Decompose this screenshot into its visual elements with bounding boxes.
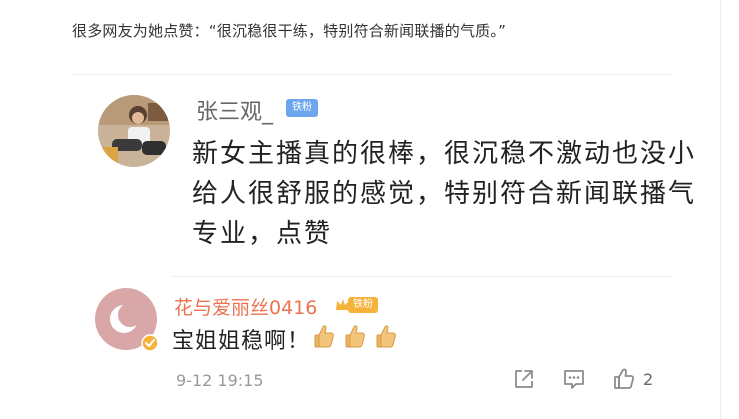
weibo-comment-screenshot: 很多网友为她点赞：“很沉稳很干练，特别符合新闻联播的气质。” 张三观_ 铁粉 新… [0,0,739,419]
avatar-huayuailisi[interactable] [95,288,159,352]
reply-username[interactable]: 花与爱丽丝0416 [174,293,317,320]
thumbs-up-emoji-icon [345,325,365,348]
reply-timestamp: 9-12 19:15 [176,371,264,390]
comment-text-line-3: 专业，点赞 [192,219,333,249]
like-icon[interactable] [612,367,636,391]
avatar-photo-icon [98,95,170,167]
reply-fan-badge: 铁粉 [334,296,380,314]
top-divider [72,74,672,75]
page-edge-divider [720,0,721,419]
fan-badge: 铁粉 [286,99,318,117]
comment-text-line-1: 新女主播真的很棒，很沉稳不激动也没小 [192,139,697,169]
comment-username[interactable]: 张三观_ [196,94,273,126]
comment-icon[interactable] [562,367,586,391]
share-icon[interactable] [512,367,536,391]
comment-text-line-2: 给人很舒服的感觉，特别符合新闻联播气 [192,179,697,209]
reply-badge-label: 铁粉 [348,297,378,313]
thumbs-up-emoji-icon [314,325,334,348]
reply-divider [172,276,672,277]
verified-badge-icon [141,334,159,352]
reply-text: 宝姐姐稳啊！ [172,329,311,354]
like-count: 2 [643,370,654,389]
intro-paragraph: 很多网友为她点赞：“很沉稳很干练，特别符合新闻联播的气质。” [72,22,507,40]
thumbs-up-emoji-icon [376,325,396,348]
avatar-zhangsanguan[interactable] [98,95,170,167]
